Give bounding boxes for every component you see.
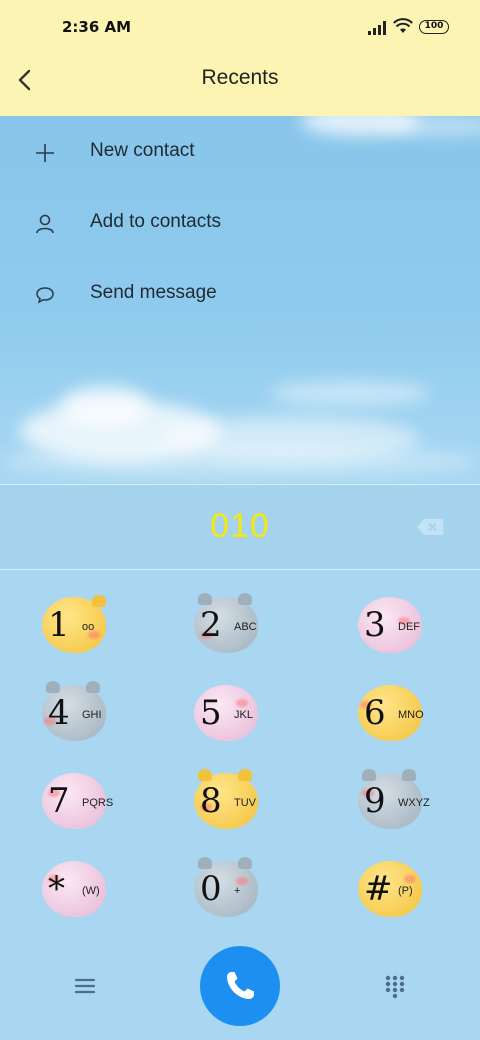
key-cheek — [236, 699, 248, 707]
key-8[interactable]: 8 TUV — [190, 767, 270, 837]
key-star[interactable]: * (W) — [38, 855, 118, 925]
key-letters: (P) — [398, 885, 413, 897]
menu-icon[interactable] — [74, 977, 96, 995]
dialpad-icon[interactable] — [384, 975, 406, 999]
key-letters: TUV — [234, 797, 256, 809]
person-icon — [36, 214, 54, 234]
phone-icon — [227, 972, 254, 999]
key-letters: JKL — [234, 709, 253, 721]
key-4[interactable]: 4 GHI — [38, 679, 118, 749]
key-digit: 3 — [364, 605, 386, 645]
chat-bubble-icon — [36, 287, 54, 304]
call-button[interactable] — [200, 946, 280, 1026]
key-letters: (W) — [82, 885, 100, 897]
key-letters: ABC — [234, 621, 257, 633]
status-time: 2:36 AM — [62, 18, 132, 36]
key-digit: * — [48, 869, 65, 909]
key-1[interactable]: 1 oo — [38, 591, 118, 661]
key-ear — [238, 593, 252, 605]
new-contact-button[interactable]: New contact — [0, 128, 480, 178]
dialed-number: 010 — [210, 507, 270, 545]
key-2[interactable]: 2 ABC — [190, 591, 270, 661]
key-ear — [238, 857, 252, 869]
key-digit: 0 — [200, 869, 222, 909]
key-hash[interactable]: # (P) — [354, 855, 434, 925]
dialer-app: 2:36 AM 100 Recents New contact Add to c… — [0, 0, 480, 1040]
cloud-decoration — [60, 386, 150, 426]
send-message-label: Send message — [90, 282, 217, 303]
key-digit: 5 — [200, 693, 222, 733]
key-letters: GHI — [82, 709, 102, 721]
key-digit: 4 — [48, 693, 70, 733]
backspace-icon[interactable] — [416, 518, 444, 536]
key-ear — [46, 681, 60, 693]
background-sky: New contact Add to contacts Send message — [0, 116, 480, 484]
new-contact-label: New contact — [90, 140, 195, 161]
key-ear — [238, 769, 252, 781]
key-digit: 1 — [48, 605, 70, 645]
key-ear — [86, 681, 100, 693]
key-6[interactable]: 6 MNO — [354, 679, 434, 749]
header-bar: 2:36 AM 100 Recents — [0, 0, 480, 116]
key-ear — [402, 769, 416, 781]
key-ear — [92, 595, 106, 607]
status-bar: 2:36 AM 100 — [0, 0, 480, 56]
send-message-button[interactable]: Send message — [0, 270, 480, 320]
key-letters: oo — [82, 621, 95, 633]
key-letters: + — [234, 885, 241, 897]
plus-icon — [36, 144, 54, 162]
cloud-decoration — [0, 446, 480, 476]
signal-icon — [368, 21, 386, 35]
key-letters: DEF — [398, 621, 420, 633]
key-9[interactable]: 9 WXYZ — [354, 767, 434, 837]
wifi-icon — [393, 18, 413, 33]
key-cheek — [404, 875, 416, 883]
keypad: 1 oo 2 ABC 3 DEF 4 GHI 5 JKL 6 MNO 7 PQR… — [0, 569, 480, 949]
key-ear — [362, 769, 376, 781]
bottom-bar — [0, 946, 480, 1040]
key-5[interactable]: 5 JKL — [190, 679, 270, 749]
key-digit: 8 — [200, 781, 222, 821]
key-digit: # — [364, 869, 393, 909]
page-title: Recents — [201, 66, 279, 89]
key-letters: WXYZ — [398, 797, 430, 809]
key-ear — [198, 769, 212, 781]
key-7[interactable]: 7 PQRS — [38, 767, 118, 837]
add-to-contacts-label: Add to contacts — [90, 211, 221, 232]
key-digit: 6 — [364, 693, 386, 733]
number-display: 010 — [0, 484, 480, 570]
key-ear — [198, 857, 212, 869]
key-letters: PQRS — [82, 797, 114, 809]
key-digit: 7 — [48, 781, 70, 821]
key-digit: 2 — [200, 605, 222, 645]
key-letters: MNO — [398, 709, 424, 721]
add-to-contacts-button[interactable]: Add to contacts — [0, 199, 480, 249]
key-ear — [198, 593, 212, 605]
key-3[interactable]: 3 DEF — [354, 591, 434, 661]
key-cheek — [236, 877, 248, 885]
key-digit: 9 — [364, 781, 386, 821]
battery-indicator: 100 — [419, 20, 449, 34]
cloud-decoration — [270, 381, 430, 406]
key-0[interactable]: 0 + — [190, 855, 270, 925]
